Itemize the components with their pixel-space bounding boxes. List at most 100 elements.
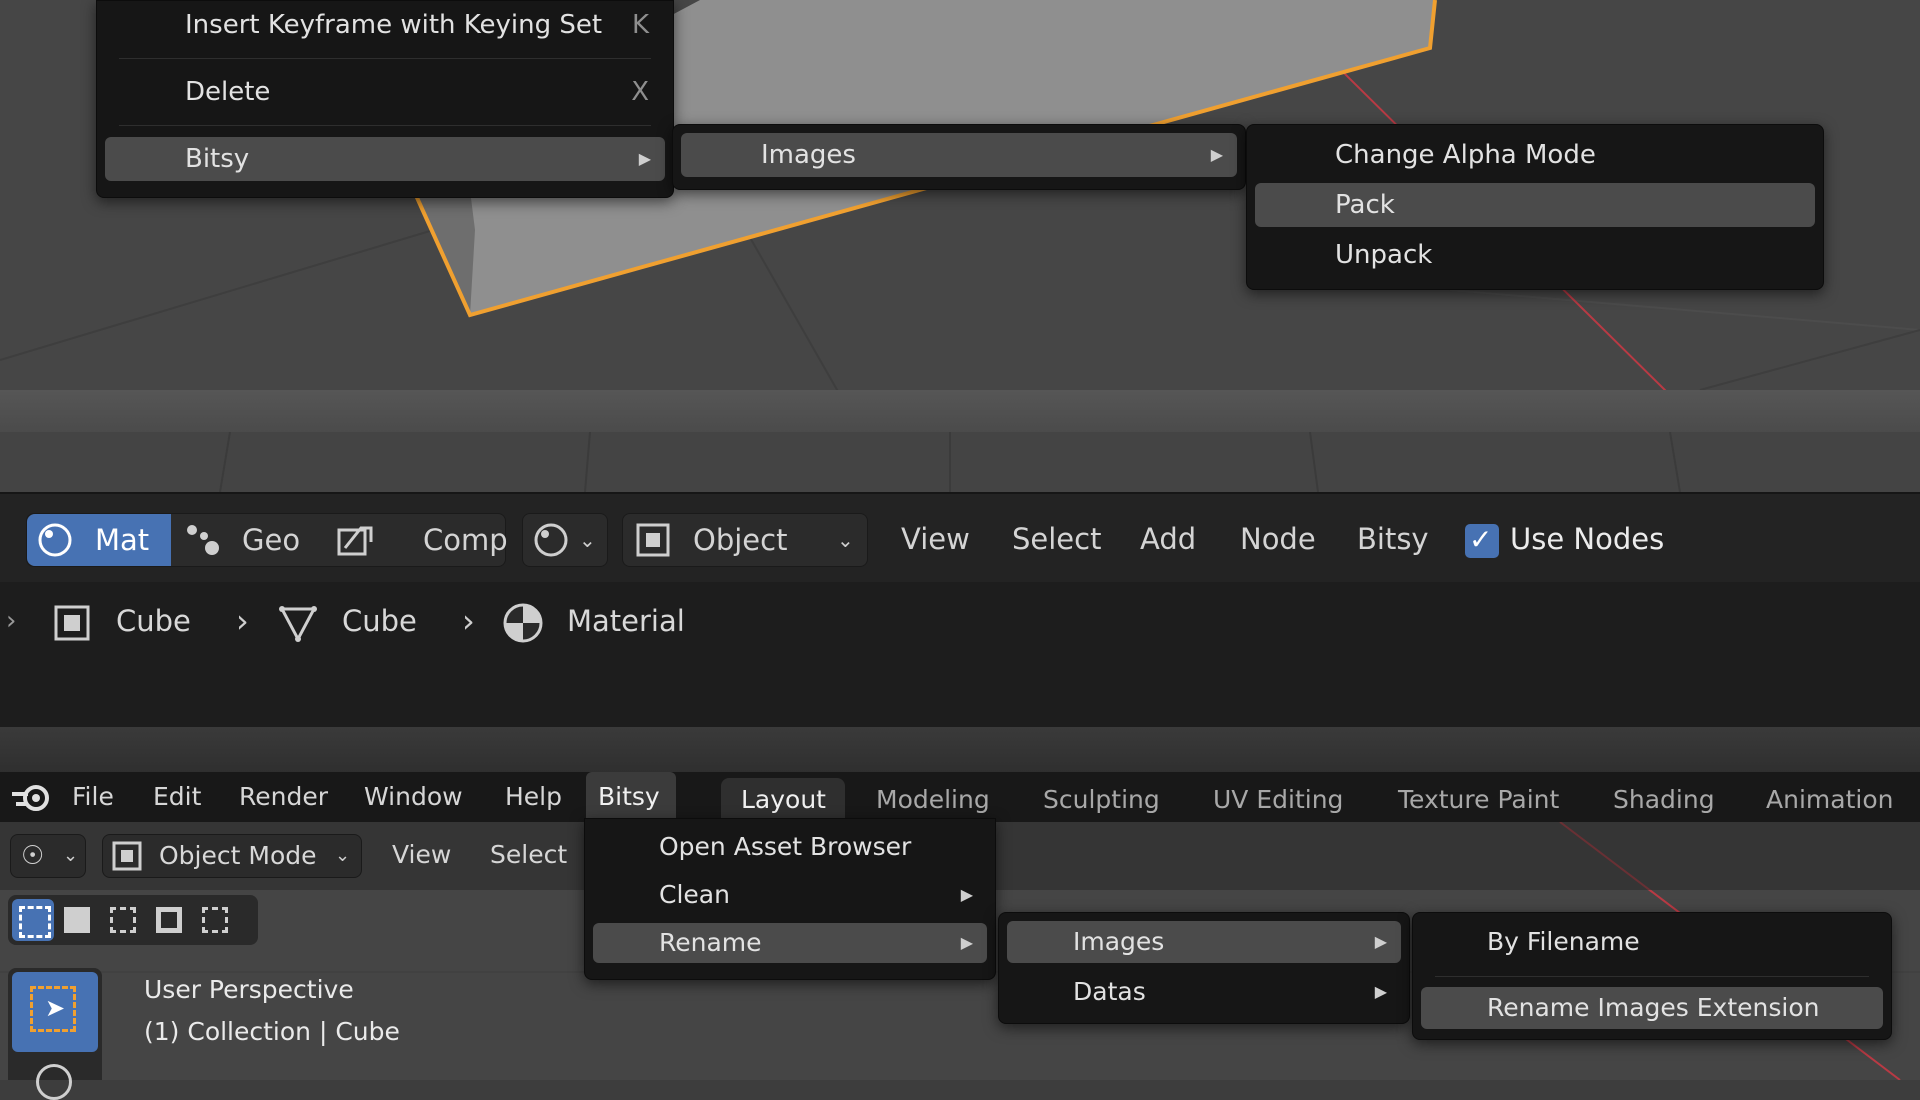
object-icon [54,605,90,641]
object-icon [636,523,670,557]
use-nodes-checkbox[interactable]: ✓ [1465,523,1499,558]
tab-comp[interactable]: Comp [323,514,508,566]
select-new-button[interactable] [60,903,94,937]
submenu-arrow-icon [1211,133,1223,177]
tab-animation[interactable]: Animation [1766,772,1893,822]
submenu-arrow-icon [961,875,973,915]
node-editor-canvas[interactable]: › Cube › Cube › Material [0,582,1920,727]
menu-item-label: Pack [1335,190,1395,220]
menu-item-label: Rename [659,928,762,957]
menu-file[interactable]: File [72,772,114,822]
select-box-mode-button[interactable] [12,899,54,941]
submenu-arrow-icon [961,923,973,963]
shader-type-dropdown[interactable]: ⌄ [522,513,608,567]
object-dropdown-label: Object [693,523,788,557]
material-sphere-icon [38,523,72,557]
cursor-tool-icon[interactable] [36,1064,72,1100]
menu-item-datas[interactable]: Datas [1007,971,1401,1013]
material-icon [503,603,543,643]
select-intersect-button[interactable] [198,903,232,937]
menu-item-clean[interactable]: Clean [593,875,987,915]
chevron-right-icon: › [462,602,475,640]
bitsy-menu: Open Asset Browser Clean Rename [584,818,996,980]
menu-item-unpack[interactable]: Unpack [1255,233,1815,277]
menu-item-delete[interactable]: Delete X [105,70,665,114]
menu-item-by-filename[interactable]: By Filename [1421,921,1883,963]
select-subtract-button[interactable] [152,903,186,937]
viewport-strip [0,432,1920,492]
menu-item-label: Clean [659,880,730,909]
menu-view[interactable]: View [901,513,970,565]
menu-item-change-alpha-mode[interactable]: Change Alpha Mode [1255,133,1815,177]
object-mode-dropdown[interactable]: Object Mode ⌄ [102,834,362,878]
menu-separator [119,125,651,126]
tab-mat[interactable]: Mat [27,514,171,566]
context-menu: Insert Keyframe with Keying Set K Delete… [96,0,674,198]
menu-item-rename[interactable]: Rename [593,923,987,963]
menu-bitsy-open[interactable]: Bitsy [586,772,676,822]
blender-logo-icon [12,785,49,811]
submenu-arrow-icon [1375,921,1387,963]
select-tool-button[interactable]: ➤ [12,972,98,1052]
menu-item-pack[interactable]: Pack [1255,183,1815,227]
menu-item-label: By Filename [1487,927,1640,956]
breadcrumb-object: Cube [116,604,191,638]
menu-item-images[interactable]: Images [1007,921,1401,963]
viewport-menu-select[interactable]: Select [490,830,567,880]
chevron-right-icon: › [236,602,249,640]
tab-layout[interactable]: Layout [721,778,845,822]
material-sphere-icon [534,523,568,557]
menu-edit[interactable]: Edit [153,772,201,822]
geometry-nodes-icon [187,525,219,555]
tab-texture-paint[interactable]: Texture Paint [1398,772,1559,822]
menu-help[interactable]: Help [505,772,562,822]
menu-item-label: Open Asset Browser [659,832,912,861]
menu-add[interactable]: Add [1140,513,1196,565]
area-divider [0,390,1920,432]
viewport-menu-view[interactable]: View [392,830,451,880]
area-divider [0,727,1920,772]
cursor-arrow-icon: ➤ [45,994,66,1022]
submenu-arrow-icon [639,137,651,181]
rename-images-submenu: By Filename Rename Images Extension [1412,912,1892,1040]
viewport-tool-dropdown[interactable]: ☉ ⌄ [10,834,86,878]
tab-shading[interactable]: Shading [1613,772,1715,822]
menu-item-label: Bitsy [185,144,250,174]
use-nodes-label: Use Nodes [1510,522,1665,556]
object-dropdown[interactable]: Object ⌄ [622,513,868,567]
tab-modeling[interactable]: Modeling [876,772,990,822]
editor-type-tabs: Mat Geo Comp [26,513,508,567]
menu-item-label: Rename Images Extension [1487,993,1820,1022]
menu-window[interactable]: Window [364,772,463,822]
select-extend-icon [110,907,136,933]
menu-item-rename-images-extension[interactable]: Rename Images Extension [1421,987,1883,1029]
tab-uv-editing[interactable]: UV Editing [1213,772,1343,822]
chevron-down-icon: ⌄ [837,528,854,552]
bitsy-submenu: Images [672,124,1246,190]
menu-item-label: Images [761,140,856,170]
menu-item-insert-keyframe[interactable]: Insert Keyframe with Keying Set K [105,3,665,47]
select-extend-button[interactable] [106,903,140,937]
menu-item-open-asset-browser[interactable]: Open Asset Browser [593,827,987,867]
chevron-down-icon: ⌄ [579,528,596,552]
tab-label: Layout [741,785,826,814]
breadcrumb: › Cube › Cube › Material [0,596,900,646]
menu-item-label: Delete [185,77,271,107]
menu-bitsy[interactable]: Bitsy [1357,513,1429,565]
menu-node[interactable]: Node [1240,513,1316,565]
menu-item-bitsy[interactable]: Bitsy [105,137,665,181]
tab-sculpting[interactable]: Sculpting [1043,772,1160,822]
menu-label: Bitsy [598,782,660,811]
shortcut-label: K [631,10,649,40]
menu-select[interactable]: Select [1012,513,1101,565]
tab-geo[interactable]: Geo [172,514,322,566]
menu-item-label: Unpack [1335,240,1433,270]
submenu-arrow-icon [1375,971,1387,1013]
chevron-right-icon: › [6,606,17,636]
object-mode-label: Object Mode [159,841,317,870]
menu-separator [1435,976,1869,977]
compositor-icon [337,526,373,556]
menu-item-images[interactable]: Images [681,133,1237,177]
menu-render[interactable]: Render [239,772,328,822]
checkmark-icon: ✓ [1469,523,1493,556]
